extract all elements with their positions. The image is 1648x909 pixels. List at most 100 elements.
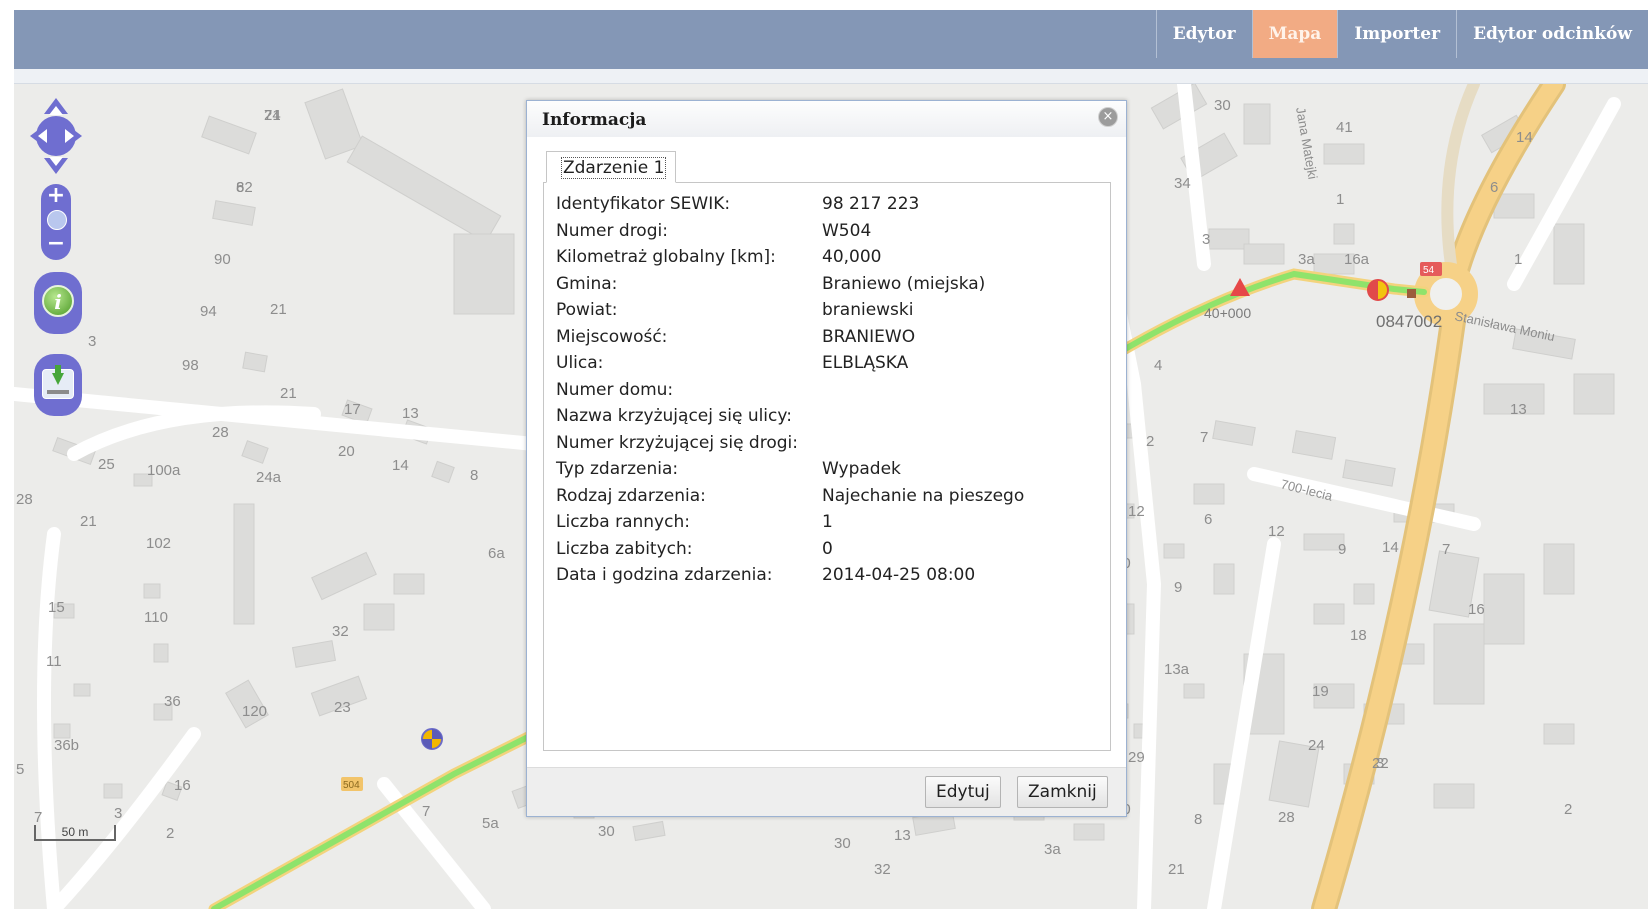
building <box>1163 543 1185 559</box>
house-number-label: 34 <box>1174 175 1191 192</box>
info-icon: i <box>42 285 74 317</box>
building <box>393 573 425 595</box>
building <box>1553 223 1585 285</box>
house-number-label: 1 <box>1514 251 1522 268</box>
dialog-title: Informacja <box>542 110 647 130</box>
house-number-label: 28 <box>1278 809 1295 826</box>
building <box>1208 228 1250 250</box>
scale-label: 50 m <box>61 825 89 839</box>
house-number-label: 17 <box>344 401 361 418</box>
house-number-label: 13 <box>402 405 419 422</box>
house-number-label: 94 <box>200 303 217 320</box>
info-tool-button[interactable]: i <box>34 272 82 334</box>
house-number-label: 21 <box>80 513 97 530</box>
house-number-label: 8 <box>1194 811 1202 828</box>
edit-button[interactable]: Edytuj <box>925 776 1001 808</box>
house-number-label: 7 <box>422 803 430 820</box>
building <box>241 440 269 464</box>
tab-mapa[interactable]: Mapa <box>1251 10 1338 58</box>
tab-zdarzenie-1[interactable]: Zdarzenie 1 <box>546 151 676 183</box>
house-number-label: 3 <box>88 333 96 350</box>
tab-edytor-odcinkow[interactable]: Edytor odcinków <box>1456 10 1648 58</box>
sub-toolbar <box>14 69 1648 84</box>
house-number-label: 3 <box>1202 231 1210 248</box>
house-number-label: 36 <box>164 693 181 710</box>
house-number-label: 2 <box>1146 433 1154 450</box>
house-number-label: 12 <box>1268 523 1285 540</box>
pan-control[interactable] <box>28 96 84 176</box>
zoom-in-button[interactable]: + <box>41 184 71 208</box>
building <box>1333 223 1355 245</box>
top-navigation-bar: Edytor Mapa Importer Edytor odcinków <box>14 10 1648 69</box>
building <box>304 88 364 160</box>
download-icon <box>42 365 74 399</box>
house-number-label: 28 <box>212 424 229 441</box>
building <box>1291 430 1337 460</box>
building <box>1193 483 1225 505</box>
building <box>1543 723 1575 745</box>
building <box>1243 243 1285 265</box>
building <box>1342 459 1396 487</box>
tab-importer[interactable]: Importer <box>1337 10 1457 58</box>
event-details-panel: Identyfikator SEWIK: 98 217 223 Numer dro… <box>543 182 1111 751</box>
close-icon[interactable]: × <box>1098 107 1118 127</box>
house-number-label: 13 <box>1510 401 1527 418</box>
km-label: 40+000 <box>1204 305 1251 321</box>
house-number-label: 7 <box>1200 429 1208 446</box>
building <box>1433 623 1485 705</box>
house-number-label: 36b <box>54 737 79 754</box>
house-number-label: 4 <box>1154 357 1162 374</box>
building <box>143 583 161 599</box>
close-button[interactable]: Zamknij <box>1017 776 1108 808</box>
street-label-matejki: Jana Matejki <box>1293 106 1320 181</box>
house-number-label: 110 <box>144 609 168 626</box>
tab-label: Zdarzenie 1 <box>561 157 667 179</box>
house-number-label: 15 <box>48 599 65 616</box>
globe-icon[interactable] <box>47 210 67 230</box>
building <box>311 551 377 601</box>
house-number-label: 24a <box>256 469 282 486</box>
building <box>1433 783 1475 809</box>
house-number-label: 30 <box>1214 97 1231 114</box>
building <box>212 200 256 226</box>
house-number-label: 102 <box>146 535 171 552</box>
house-number-label: 29 <box>1128 749 1145 766</box>
building <box>1073 823 1105 841</box>
tab-edytor[interactable]: Edytor <box>1155 10 1252 58</box>
zoom-out-button[interactable]: − <box>41 232 71 256</box>
house-number-label: 21 <box>1168 861 1185 878</box>
street-label-moniuszki: Stanisława Moniu <box>1453 308 1556 344</box>
house-number-label: 41 <box>1336 119 1353 136</box>
building <box>1353 583 1375 605</box>
download-button[interactable] <box>34 354 82 416</box>
house-number-label: 8 <box>470 467 478 484</box>
house-number-label: 19 <box>1312 683 1329 700</box>
dialog-footer: Edytuj Zamknij <box>527 767 1126 816</box>
house-number-label: 13 <box>894 827 911 844</box>
building <box>1483 573 1525 645</box>
house-number-label: 3a <box>1044 841 1061 858</box>
house-number-label: 98 <box>182 357 199 374</box>
building <box>201 115 257 155</box>
house-number-label: 23 <box>334 699 351 716</box>
house-number-label: 32 <box>332 623 349 640</box>
house-number-label: 9 <box>1338 541 1346 558</box>
building <box>103 783 123 799</box>
house-number-label: 2 <box>1564 801 1572 818</box>
scale-bar: 50 m <box>34 825 116 841</box>
house-number-label: 90 <box>214 251 231 268</box>
building <box>1183 683 1205 699</box>
house-number-label: 3 <box>114 805 122 822</box>
house-number-label: 12 <box>1128 503 1145 520</box>
nav-tabs: Edytor Mapa Importer Edytor odcinków <box>1155 10 1648 58</box>
house-number-label: 6 <box>236 179 244 196</box>
house-number-label: 3 <box>1376 755 1384 772</box>
node-label: 0847002 <box>1376 312 1442 331</box>
house-number-label: 16 <box>1468 601 1485 618</box>
house-number-label: 14 <box>1382 539 1399 556</box>
dialog-header[interactable]: Informacja × <box>527 101 1126 137</box>
building <box>1573 373 1615 415</box>
house-number-label: 24 <box>1308 737 1325 754</box>
house-number-label: 9 <box>1174 579 1182 596</box>
building <box>233 503 255 625</box>
